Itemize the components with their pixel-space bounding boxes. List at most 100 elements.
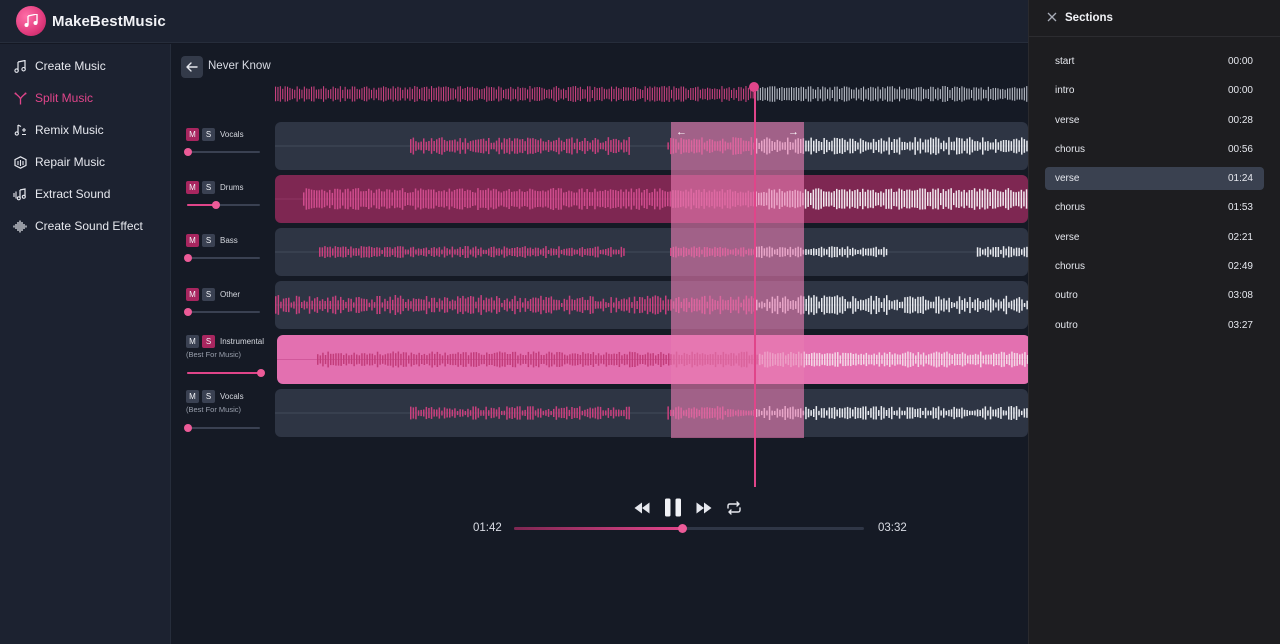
section-selection[interactable]: ← → — [671, 122, 804, 438]
section-row[interactable]: intro 00:00 — [1045, 79, 1264, 102]
section-time: 00:00 — [1227, 85, 1253, 97]
volume-knob[interactable] — [184, 308, 192, 316]
volume-knob[interactable] — [184, 254, 192, 262]
total-time: 03:32 — [878, 522, 907, 534]
split-icon — [13, 91, 27, 105]
volume-slider[interactable] — [184, 148, 260, 156]
progress-bar[interactable] — [514, 524, 864, 533]
selection-right-handle[interactable]: → — [788, 126, 799, 138]
track-controls-instrumental: M S Instrumental (Best For Music) — [186, 335, 266, 377]
sidebar-item-create-sound-effect[interactable]: Create Sound Effect — [0, 210, 170, 242]
mute-button[interactable]: M — [186, 390, 199, 403]
section-row[interactable]: chorus 02:49 — [1045, 255, 1264, 278]
solo-button[interactable]: S — [202, 234, 215, 247]
sidebar-item-split-music[interactable]: Split Music — [0, 82, 170, 114]
rewind-icon — [634, 502, 650, 513]
fast-forward-icon — [696, 502, 712, 513]
section-name: outro — [1055, 319, 1078, 331]
solo-button[interactable]: S — [202, 181, 215, 194]
sidebar-item-repair-music[interactable]: Repair Music — [0, 146, 170, 178]
sections-panel: Sections start 00:00 intro 00:00 verse 00:2… — [1028, 0, 1280, 644]
volume-slider[interactable] — [184, 254, 260, 262]
sidebar-item-label: Remix Music — [35, 123, 104, 137]
section-row[interactable]: chorus 00:56 — [1045, 138, 1264, 161]
sidebar-item-label: Extract Sound — [35, 187, 111, 201]
sidebar-item-label: Split Music — [35, 91, 94, 105]
volume-slider[interactable] — [184, 308, 260, 316]
section-time: 00:28 — [1227, 114, 1253, 126]
app-logo[interactable] — [16, 6, 46, 36]
mute-button[interactable]: M — [186, 128, 199, 141]
sidebar: Create Music Split Music Remix Music Rep… — [0, 44, 171, 644]
waveform-lane-vocals-best[interactable] — [275, 389, 1028, 437]
waveform-lane-instrumental[interactable] — [277, 335, 1030, 384]
section-time: 03:08 — [1227, 290, 1253, 302]
progress-knob[interactable] — [678, 524, 687, 533]
section-time: 00:00 — [1227, 56, 1253, 67]
sidebar-item-label: Repair Music — [35, 155, 106, 169]
close-icon[interactable] — [1047, 9, 1057, 27]
mute-button[interactable]: M — [186, 234, 199, 247]
pause-button[interactable] — [664, 498, 682, 517]
section-row[interactable]: outro 03:08 — [1045, 284, 1264, 307]
section-name: chorus — [1055, 202, 1086, 214]
section-name: verse — [1055, 173, 1080, 185]
extract-icon — [13, 187, 27, 201]
section-time: 01:53 — [1227, 202, 1253, 214]
section-row[interactable]: start 00:00 — [1045, 50, 1264, 73]
back-button[interactable] — [181, 56, 203, 78]
sections-list: start 00:00 intro 00:00 verse 00:28 chorus 0… — [1029, 37, 1280, 337]
waveform-lane-other[interactable] — [275, 281, 1028, 329]
section-row[interactable]: chorus 01:53 — [1045, 196, 1264, 219]
track-name: Instrumental — [220, 337, 265, 346]
loop-button[interactable] — [726, 500, 742, 515]
section-time: 02:49 — [1227, 261, 1253, 273]
mute-button[interactable]: M — [186, 181, 199, 194]
track-subtitle: (Best For Music) — [186, 350, 242, 359]
track-subtitle: (Best For Music) — [186, 405, 242, 414]
sidebar-item-create-music[interactable]: Create Music — [0, 50, 170, 82]
repair-icon — [13, 155, 27, 169]
track-name: Vocals — [220, 392, 244, 401]
solo-button[interactable]: S — [202, 335, 215, 348]
section-row[interactable]: verse 01:24 — [1045, 167, 1264, 191]
sections-panel-title: Sections — [1065, 12, 1113, 24]
volume-knob[interactable] — [212, 201, 220, 209]
solo-button[interactable]: S — [202, 128, 215, 141]
track-name: Bass — [220, 236, 238, 245]
waveform-lane-bass[interactable] — [275, 228, 1028, 276]
track-controls-vocals: M S Vocals — [184, 128, 266, 156]
fast-forward-button[interactable] — [696, 502, 712, 514]
volume-slider[interactable] — [187, 201, 260, 209]
volume-knob[interactable] — [184, 148, 192, 156]
overview-waveform[interactable] — [275, 85, 1028, 103]
waveform-lane-vocals[interactable] — [275, 122, 1028, 170]
volume-knob[interactable] — [257, 369, 265, 377]
mute-button[interactable]: M — [186, 335, 199, 348]
section-row[interactable]: outro 03:27 — [1045, 314, 1264, 337]
solo-button[interactable]: S — [202, 390, 215, 403]
sidebar-item-remix-music[interactable]: Remix Music — [0, 114, 170, 146]
mute-button[interactable]: M — [186, 288, 199, 301]
rewind-button[interactable] — [634, 502, 650, 514]
track-name: Drums — [220, 183, 244, 192]
section-row[interactable]: verse 00:28 — [1045, 109, 1264, 132]
section-name: verse — [1055, 114, 1080, 126]
remix-icon — [13, 123, 27, 137]
playhead-handle[interactable] — [749, 82, 759, 92]
section-time: 01:24 — [1227, 173, 1253, 185]
transport-controls — [634, 498, 742, 517]
app-name[interactable]: MakeBestMusic — [52, 13, 166, 30]
volume-slider[interactable] — [187, 369, 265, 377]
volume-knob[interactable] — [184, 424, 192, 432]
current-time: 01:42 — [473, 522, 502, 534]
waveform-lane-drums[interactable] — [275, 175, 1028, 223]
selection-left-handle[interactable]: ← — [676, 126, 687, 138]
solo-button[interactable]: S — [202, 288, 215, 301]
section-name: chorus — [1055, 143, 1086, 155]
sidebar-item-extract-sound[interactable]: Extract Sound — [0, 178, 170, 210]
sidebar-item-label: Create Sound Effect — [35, 219, 143, 233]
section-row[interactable]: verse 02:21 — [1045, 226, 1264, 249]
music-notes-icon — [13, 59, 27, 73]
volume-slider[interactable] — [184, 424, 260, 432]
